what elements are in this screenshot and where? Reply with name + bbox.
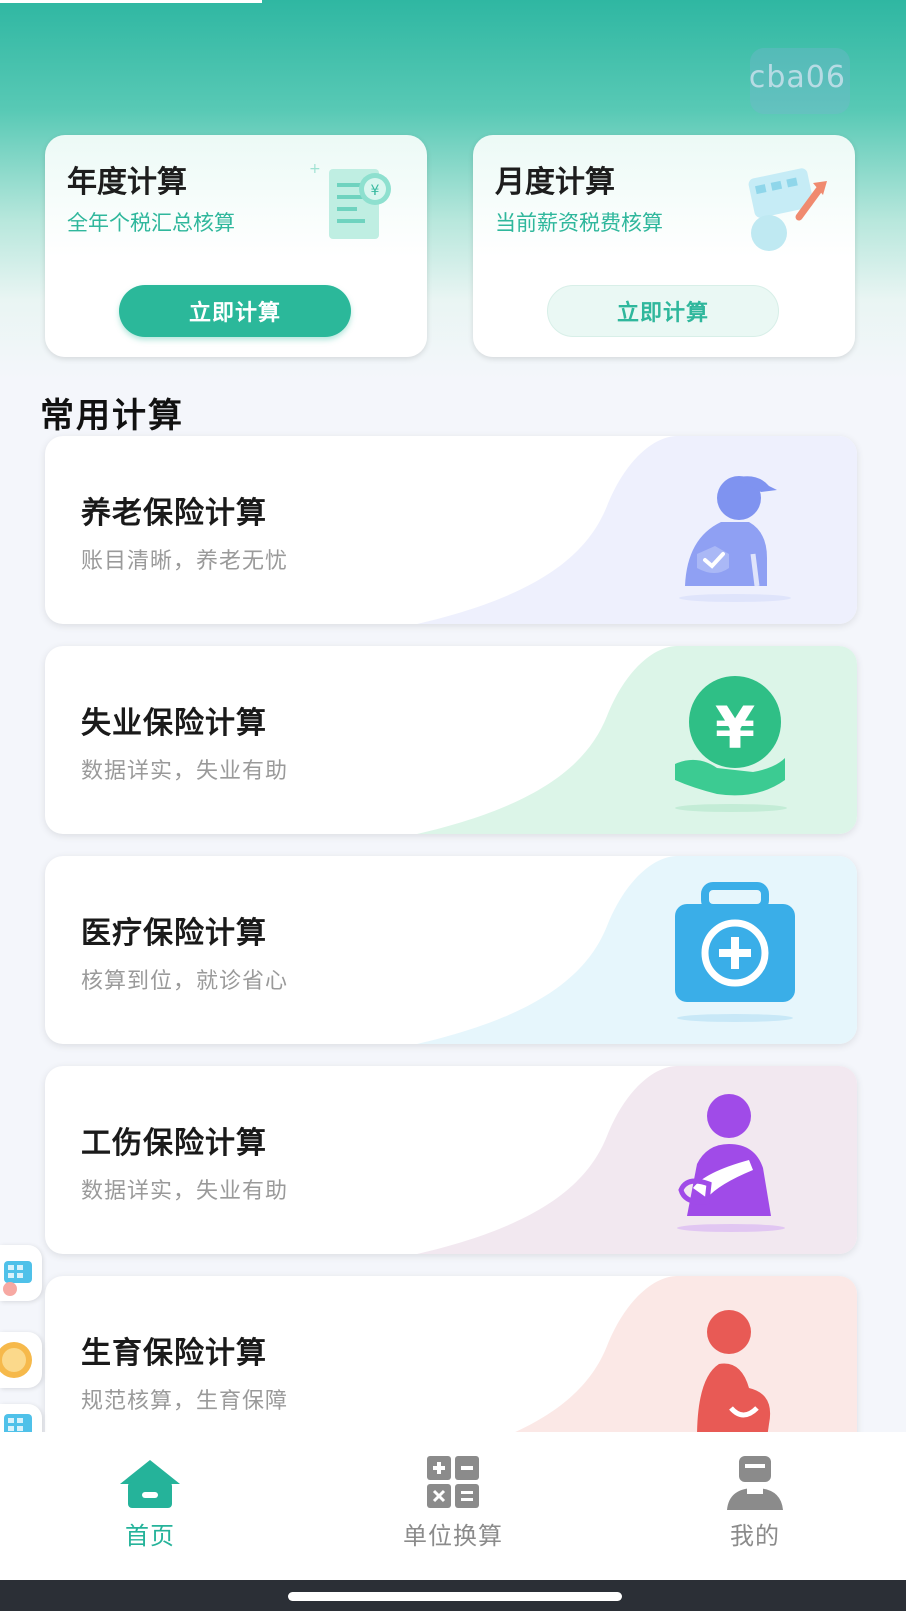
floating-widget-coin[interactable]: [0, 1332, 42, 1388]
pension-insurance-title: 养老保险计算: [81, 496, 267, 531]
medical-kit-icon: [675, 882, 795, 1022]
receipt-yen-icon: ¥ +: [309, 161, 391, 239]
nav-label-unit-conversion: 单位换算: [403, 1522, 503, 1550]
home-bar-area: [0, 1580, 906, 1611]
injured-arm-sling-icon: [677, 1094, 785, 1232]
app-screen: cba06 年度计算 全年个税汇总核算 ¥ + 立即计算 月度计算 当前薪资税费…: [0, 0, 906, 1611]
elderly-person-shield-icon: [679, 476, 791, 602]
profile-icon: [727, 1456, 783, 1510]
section-title: 常用计算: [40, 396, 184, 436]
monthly-calc-subtitle: 当前薪资税费核算: [495, 211, 663, 235]
annual-calc-subtitle: 全年个税汇总核算: [67, 211, 235, 235]
monthly-calc-button[interactable]: 立即计算: [547, 285, 779, 337]
maternity-insurance-subtitle: 规范核算，生育保障: [81, 1389, 289, 1414]
calculator-icon: [427, 1456, 479, 1508]
pension-insurance-subtitle: 账目清晰，养老无忧: [81, 549, 289, 574]
pregnant-woman-icon: [697, 1310, 771, 1438]
nav-item-unit-conversion[interactable]: 单位换算: [353, 1446, 553, 1556]
work-injury-insurance-card[interactable]: 工伤保险计算 数据详实，失业有助: [45, 1066, 857, 1254]
svg-text:¥: ¥: [371, 183, 380, 199]
status-strip: [0, 0, 262, 3]
work-injury-insurance-title: 工伤保险计算: [81, 1126, 267, 1161]
medical-insurance-card[interactable]: 医疗保险计算 核算到位，就诊省心: [45, 856, 857, 1044]
watermark-text: cba06: [748, 60, 846, 95]
bottom-nav: 首页 单位换算 我的: [0, 1432, 906, 1580]
maternity-insurance-title: 生育保险计算: [81, 1336, 267, 1371]
medical-insurance-subtitle: 核算到位，就诊省心: [81, 969, 289, 994]
svg-text:+: +: [309, 161, 321, 177]
floating-widget-grid[interactable]: [0, 1245, 42, 1301]
annual-calc-button[interactable]: 立即计算: [119, 285, 351, 337]
work-injury-insurance-subtitle: 数据详实，失业有助: [81, 1179, 289, 1204]
annual-calc-title: 年度计算: [67, 165, 187, 200]
monthly-calc-title: 月度计算: [495, 165, 615, 200]
unemployment-insurance-title: 失业保险计算: [81, 706, 267, 741]
nav-label-home: 首页: [125, 1522, 175, 1550]
nav-label-profile: 我的: [730, 1522, 780, 1550]
home-indicator[interactable]: [288, 1592, 622, 1601]
svg-text:¥: ¥: [715, 694, 755, 762]
unemployment-insurance-card[interactable]: 失业保险计算 数据详实，失业有助 ¥: [45, 646, 857, 834]
medical-insurance-title: 医疗保险计算: [81, 916, 267, 951]
monthly-calc-card[interactable]: 月度计算 当前薪资税费核算 立即计算: [473, 135, 855, 357]
hand-yen-coin-icon: ¥: [675, 676, 787, 812]
watermark: cba06: [736, 48, 856, 118]
pension-insurance-card[interactable]: 养老保险计算 账目清晰，养老无忧: [45, 436, 857, 624]
nav-item-profile[interactable]: 我的: [655, 1446, 855, 1556]
grid-icon: [3, 1261, 32, 1296]
nav-item-home[interactable]: 首页: [50, 1446, 250, 1556]
unemployment-insurance-subtitle: 数据详实，失业有助: [81, 759, 289, 784]
home-icon: [120, 1460, 180, 1508]
calendar-chart-icon: [748, 168, 827, 251]
coin-icon: [0, 1342, 32, 1378]
annual-calc-card[interactable]: 年度计算 全年个税汇总核算 ¥ + 立即计算: [45, 135, 427, 357]
